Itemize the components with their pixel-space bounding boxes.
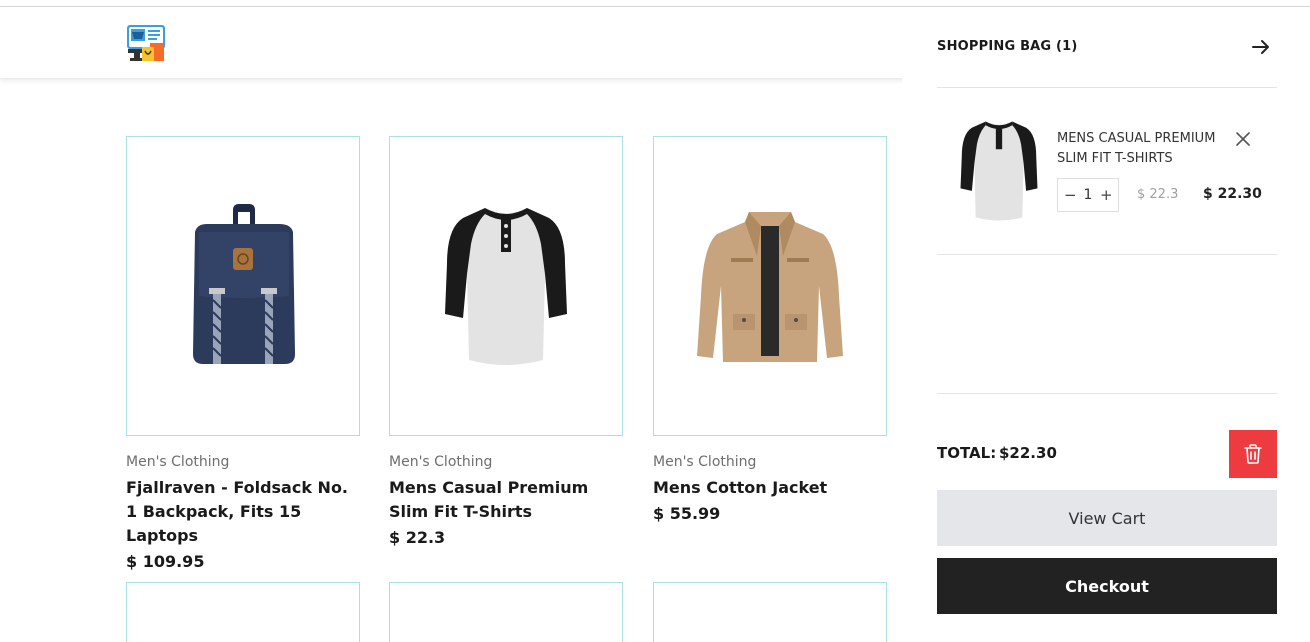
product-price: $ 55.99 (653, 504, 721, 523)
drawer-divider (937, 87, 1277, 88)
tshirt-image (445, 207, 567, 365)
quantity-value: 1 (1083, 187, 1093, 203)
quantity-stepper[interactable]: − 1 + (1057, 178, 1119, 212)
product-category: Men's Clothing (126, 454, 230, 470)
product-price: $ 109.95 (126, 552, 205, 571)
arrow-right-icon[interactable] (1250, 36, 1272, 58)
total-value: $22.30 (999, 444, 1057, 462)
product-name[interactable]: Mens Cotton Jacket (653, 476, 887, 500)
product-card[interactable]: Men's Clothing Mens Casual Premium Slim … (389, 136, 623, 547)
product-card[interactable]: Men's Clothing Mens Cotton Jacket $ 55.9… (653, 136, 887, 523)
shopping-bag-drawer: SHOPPING BAG (1) Mens Casual Premium Sli… (902, 7, 1310, 616)
cart-item-name: Mens Casual Premium Slim Fit T-Shirts (1057, 131, 1216, 166)
minus-icon[interactable]: − (1064, 186, 1077, 204)
product-image-frame[interactable] (126, 582, 360, 642)
product-image-frame[interactable] (389, 582, 623, 642)
product-category: Men's Clothing (389, 454, 493, 470)
product-card[interactable] (126, 582, 360, 642)
close-icon[interactable] (1235, 131, 1251, 147)
plus-icon[interactable]: + (1100, 186, 1113, 204)
checkout-button[interactable]: Checkout (937, 558, 1277, 614)
cart-item-image (958, 115, 1040, 227)
product-image-frame[interactable] (653, 136, 887, 436)
product-card[interactable]: Men's Clothing Fjallraven - Foldsack No.… (126, 136, 360, 571)
product-name[interactable]: Fjallraven - Foldsack No. 1 Backpack, Fi… (126, 476, 360, 548)
clear-cart-button[interactable] (1229, 430, 1277, 478)
product-name[interactable]: Mens Casual Premium Slim Fit T-Shirts (389, 476, 623, 524)
store-logo-icon[interactable] (126, 23, 166, 63)
jacket-image (697, 212, 843, 362)
drawer-divider (937, 393, 1277, 394)
view-cart-button[interactable]: View Cart (937, 490, 1277, 546)
cart-item-line-total: $ 22.30 (1203, 186, 1262, 202)
drawer-divider (937, 254, 1277, 255)
product-image-frame[interactable] (126, 136, 360, 436)
product-card[interactable] (653, 582, 887, 642)
cart-item-unit-price: $ 22.3 (1137, 187, 1179, 202)
backpack-image (193, 203, 295, 364)
product-image-frame[interactable] (653, 582, 887, 642)
total-label: TOTAL: (937, 444, 997, 462)
shopping-bag-title: SHOPPING BAG (1) (937, 39, 1078, 54)
product-grid: Men's Clothing Fjallraven - Foldsack No.… (0, 80, 902, 642)
trash-icon (1244, 444, 1262, 464)
product-category: Men's Clothing (653, 454, 757, 470)
product-card[interactable] (389, 582, 623, 642)
product-image-frame[interactable] (389, 136, 623, 436)
product-price: $ 22.3 (389, 528, 446, 547)
